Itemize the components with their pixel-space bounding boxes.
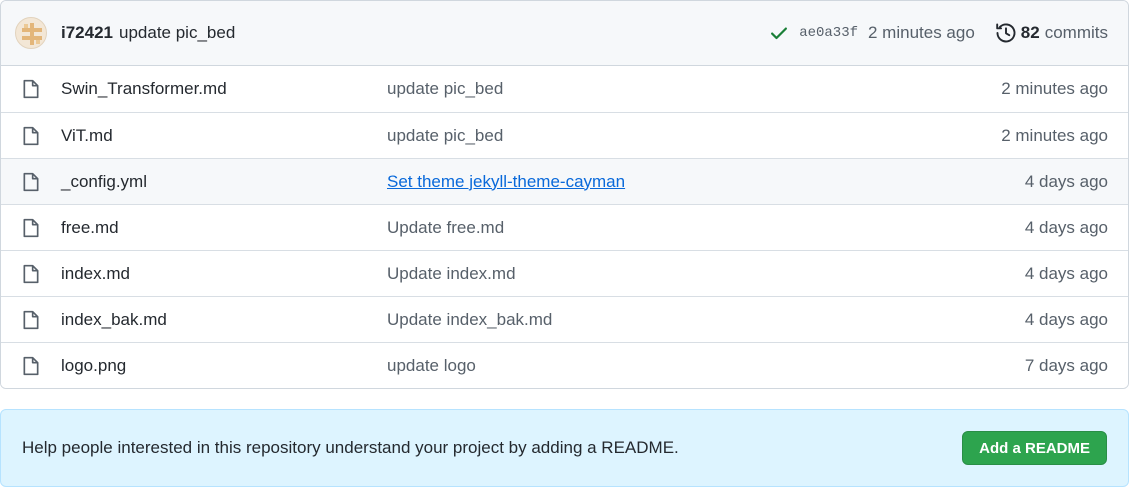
file-name[interactable]: free.md <box>61 218 119 238</box>
file-name[interactable]: index.md <box>61 264 130 284</box>
commit-meta: ae0a33f 2 minutes ago 82 commits <box>769 22 1108 44</box>
file-list: Swin_Transformer.md update pic_bed 2 min… <box>1 66 1128 388</box>
file-name[interactable]: ViT.md <box>61 126 113 146</box>
file-row[interactable]: index.md Update index.md 4 days ago <box>1 250 1128 296</box>
file-browser: i72421 update pic_bed ae0a33f 2 minutes … <box>0 0 1129 389</box>
file-commit-message[interactable]: Update index_bak.md <box>387 310 552 330</box>
file-icon <box>23 79 39 99</box>
file-commit-message[interactable]: Update index.md <box>387 264 516 284</box>
file-row[interactable]: logo.png update logo 7 days ago <box>1 342 1128 388</box>
file-commit-message[interactable]: Update free.md <box>387 218 504 238</box>
file-commit-age[interactable]: 4 days ago <box>1025 264 1108 284</box>
file-commit-message[interactable]: update logo <box>387 356 476 376</box>
file-row[interactable]: free.md Update free.md 4 days ago <box>1 204 1128 250</box>
readme-banner: Help people interested in this repositor… <box>0 409 1129 487</box>
file-commit-age[interactable]: 2 minutes ago <box>1001 79 1108 99</box>
file-icon <box>23 172 39 192</box>
file-icon <box>23 126 39 146</box>
add-readme-button[interactable]: Add a README <box>962 431 1107 465</box>
check-icon <box>771 27 788 40</box>
file-name[interactable]: index_bak.md <box>61 310 167 330</box>
commit-author[interactable]: i72421 <box>61 23 113 43</box>
commit-count[interactable]: 82 <box>1021 23 1040 43</box>
file-icon <box>23 310 39 330</box>
file-commit-age[interactable]: 4 days ago <box>1025 310 1108 330</box>
file-commit-age[interactable]: 7 days ago <box>1025 356 1108 376</box>
file-row[interactable]: Swin_Transformer.md update pic_bed 2 min… <box>1 66 1128 112</box>
file-commit-age[interactable]: 2 minutes ago <box>1001 126 1108 146</box>
commit-age[interactable]: 2 minutes ago <box>868 23 975 43</box>
file-row[interactable]: ViT.md update pic_bed 2 minutes ago <box>1 112 1128 158</box>
file-row[interactable]: _config.yml Set theme jekyll-theme-cayma… <box>1 158 1128 204</box>
file-icon <box>23 356 39 376</box>
file-icon <box>23 264 39 284</box>
file-commit-age[interactable]: 4 days ago <box>1025 218 1108 238</box>
commit-sha[interactable]: ae0a33f <box>799 25 858 41</box>
file-commit-message[interactable]: update pic_bed <box>387 79 503 99</box>
file-commit-message[interactable]: update pic_bed <box>387 126 503 146</box>
history-icon[interactable] <box>995 22 1017 44</box>
avatar[interactable] <box>15 17 47 49</box>
latest-commit-bar: i72421 update pic_bed ae0a33f 2 minutes … <box>1 1 1128 66</box>
readme-prompt-text: Help people interested in this repositor… <box>22 438 679 457</box>
file-row[interactable]: index_bak.md Update index_bak.md 4 days … <box>1 296 1128 342</box>
file-name[interactable]: logo.png <box>61 356 126 376</box>
file-commit-age[interactable]: 4 days ago <box>1025 172 1108 192</box>
file-name[interactable]: Swin_Transformer.md <box>61 79 227 99</box>
commits-label[interactable]: commits <box>1045 23 1108 43</box>
file-icon <box>23 218 39 238</box>
commit-message[interactable]: update pic_bed <box>119 23 235 43</box>
file-commit-message-link[interactable]: Set theme jekyll-theme-cayman <box>387 172 625 192</box>
file-name[interactable]: _config.yml <box>61 172 147 192</box>
